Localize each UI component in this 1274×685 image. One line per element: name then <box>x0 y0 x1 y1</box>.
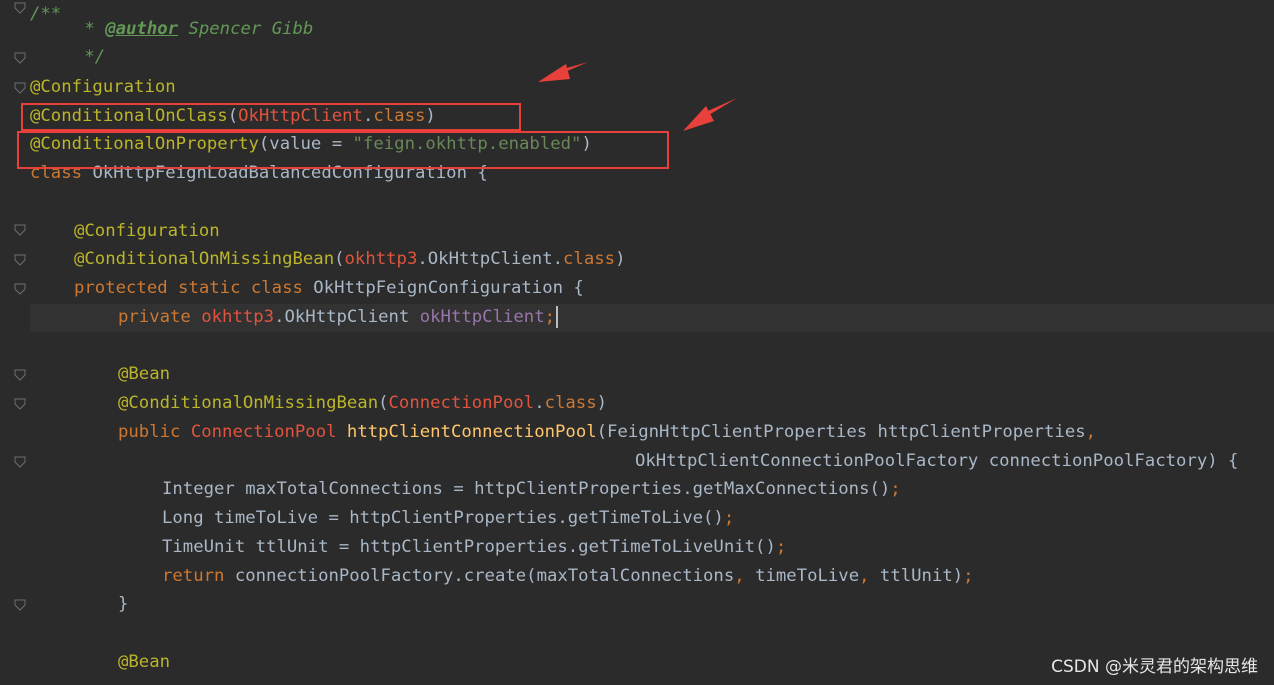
code-token: ; <box>723 508 735 528</box>
code-token: public <box>118 422 191 442</box>
fold-marker-icon[interactable] <box>14 224 26 236</box>
code-token: timeToLive <box>755 566 860 586</box>
code-token: ( <box>378 393 389 413</box>
code-token: OkHttpClientConnectionPoolFactory connec… <box>635 451 1239 471</box>
code-token: @Bean <box>118 652 171 672</box>
code-token: ttlUnit) <box>879 566 964 586</box>
fold-marker-icon[interactable] <box>14 599 26 611</box>
code-line[interactable]: private okhttp3.OkHttpClient okHttpClien… <box>30 303 559 332</box>
code-token: @Configuration <box>30 77 176 97</box>
code-token: , <box>734 566 756 586</box>
code-token: (FeignHttpClientProperties httpClientPro… <box>596 422 1086 442</box>
code-line[interactable]: @ConditionalOnMissingBean(okhttp3.OkHttp… <box>30 245 625 274</box>
code-token: okhttp3 <box>344 249 418 269</box>
code-token: @Configuration <box>74 221 220 241</box>
code-token: Spencer Gibb <box>178 19 314 39</box>
arrow-to-conditional-on-property <box>683 98 737 131</box>
code-token: @author <box>105 19 179 39</box>
code-token: class <box>563 249 616 269</box>
code-line[interactable]: Long timeToLive = httpClientProperties.g… <box>30 504 734 533</box>
code-token: , <box>859 566 880 586</box>
code-token: private <box>118 307 202 327</box>
code-line[interactable]: @Configuration <box>30 217 220 246</box>
code-token: ; <box>890 479 901 499</box>
arrow-to-conditional-on-class <box>538 62 588 82</box>
code-token: ) <box>615 249 626 269</box>
code-token: .OkHttpClient. <box>417 249 564 269</box>
code-line[interactable]: OkHttpClientConnectionPoolFactory connec… <box>30 447 1238 476</box>
fold-marker-icon[interactable] <box>14 2 26 14</box>
fold-marker-icon[interactable] <box>14 254 26 266</box>
code-token: OkHttpFeignConfiguration { <box>313 278 584 298</box>
text-cursor <box>556 306 559 328</box>
code-token: TimeUnit ttlUnit = httpClientProperties.… <box>162 537 776 557</box>
code-token: okHttpClient <box>419 307 545 327</box>
code-token: ConnectionPool <box>388 393 535 413</box>
code-line[interactable]: public ConnectionPool httpClientConnecti… <box>30 418 1096 447</box>
code-line[interactable]: @Bean <box>30 648 170 677</box>
fold-marker-icon[interactable] <box>14 52 26 64</box>
code-token: @Bean <box>118 364 171 384</box>
code-line[interactable]: protected static class OkHttpFeignConfig… <box>30 274 584 303</box>
code-token: . <box>534 393 545 413</box>
code-token: ConnectionPool <box>190 422 347 442</box>
code-token: ( <box>334 249 345 269</box>
code-line[interactable]: @ConditionalOnMissingBean(ConnectionPool… <box>30 389 607 418</box>
code-line[interactable]: TimeUnit ttlUnit = httpClientProperties.… <box>30 533 786 562</box>
highlight-box-conditional-on-class <box>21 103 521 131</box>
code-token: return <box>162 566 235 586</box>
fold-marker-icon[interactable] <box>14 283 26 295</box>
code-token: okhttp3 <box>201 307 275 327</box>
code-editor[interactable]: /** * @author Spencer Gibb */@Configurat… <box>0 0 1274 685</box>
code-line[interactable]: * @author Spencer Gibb <box>30 15 313 44</box>
code-token: .OkHttpClient <box>274 307 420 327</box>
code-token: * <box>74 19 106 39</box>
fold-marker-icon[interactable] <box>14 398 26 410</box>
code-token: ; <box>963 566 974 586</box>
code-token: ; <box>775 537 787 557</box>
code-line[interactable]: @Bean <box>30 360 170 389</box>
code-token: Integer maxTotalConnections = httpClient… <box>162 479 891 499</box>
code-line[interactable]: */ <box>30 43 105 72</box>
code-line[interactable]: return connectionPoolFactory.create(maxT… <box>30 562 974 591</box>
code-token: @ConditionalOnMissingBean <box>118 393 379 413</box>
fold-marker-icon[interactable] <box>14 82 26 94</box>
code-token: , <box>1085 422 1097 442</box>
code-token: } <box>118 594 129 614</box>
code-token: httpClientConnectionPool <box>346 422 597 442</box>
fold-marker-icon[interactable] <box>14 456 26 468</box>
fold-marker-icon[interactable] <box>14 369 26 381</box>
code-line[interactable]: } <box>30 590 128 619</box>
code-token: protected static class <box>74 278 314 298</box>
code-token: @ConditionalOnMissingBean <box>74 249 335 269</box>
code-token: Long timeToLive = httpClientProperties.g… <box>162 508 724 528</box>
code-token: */ <box>74 47 106 67</box>
code-line[interactable]: @Configuration <box>30 73 176 102</box>
code-token: connectionPoolFactory.create(maxTotalCon… <box>234 566 735 586</box>
code-line[interactable]: Integer maxTotalConnections = httpClient… <box>30 475 901 504</box>
highlight-box-conditional-on-property <box>17 131 669 169</box>
code-token: ) <box>596 393 608 413</box>
code-token: ; <box>544 307 556 327</box>
watermark: CSDN @米灵君的架构思维 <box>1051 657 1258 677</box>
code-token: class <box>544 393 597 413</box>
